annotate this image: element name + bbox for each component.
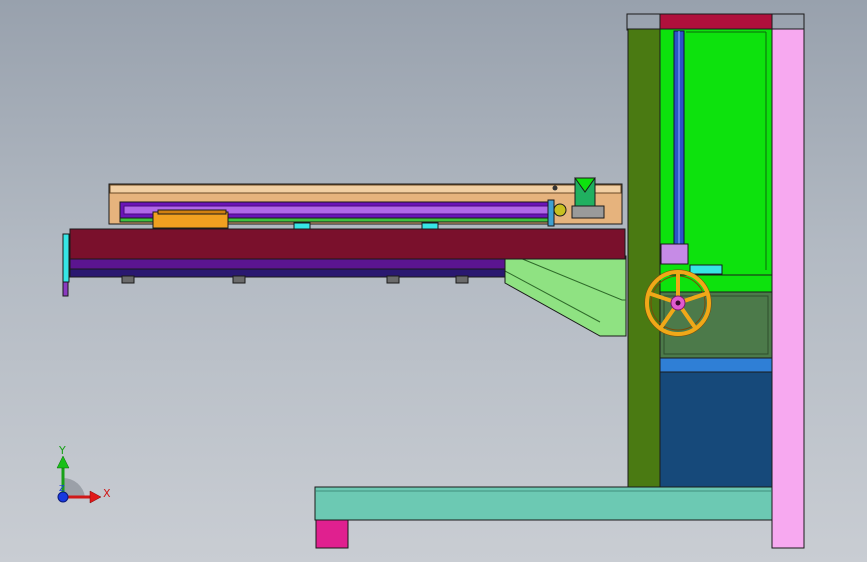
base-assembly	[314, 486, 773, 549]
blue-bar	[659, 357, 773, 373]
navy-base-strip	[69, 268, 506, 278]
mount-foot-3	[386, 275, 400, 284]
magenta-foot	[315, 519, 349, 549]
cyan-bearing-right	[421, 222, 439, 230]
mount-foot-4	[455, 275, 469, 284]
left-green-column	[627, 28, 661, 490]
end-stop-purple	[62, 281, 69, 297]
cutter-roller	[553, 203, 567, 217]
base-teal-beam	[314, 486, 773, 521]
z-axis-label: Z	[59, 484, 65, 493]
end-stop-cyan	[62, 233, 70, 283]
gusset-support	[504, 255, 627, 337]
cad-viewport[interactable]: Y X Z	[0, 0, 867, 562]
orange-block-top	[157, 209, 227, 215]
y-axis-arrow-icon	[56, 455, 70, 469]
cutter-base	[571, 205, 605, 219]
cyan-bearing-left	[293, 222, 311, 230]
gusset-plate	[504, 255, 627, 337]
lavender-screw-block	[660, 243, 689, 265]
carriage-top-rail	[109, 184, 622, 194]
top-red-cap	[659, 13, 773, 30]
pink-post	[771, 28, 805, 549]
mount-foot-1	[121, 275, 135, 284]
x-axis-label: X	[103, 487, 111, 500]
mount-foot-2	[232, 275, 246, 284]
dark-blue-panel	[659, 371, 773, 489]
x-axis-arrow-icon	[89, 490, 102, 504]
dark-purple-base	[69, 258, 506, 270]
cutter-post	[547, 199, 555, 227]
z-axis-dot-icon	[57, 491, 69, 503]
rail-end-bolt	[552, 185, 558, 191]
assembly-drawing: Y X Z	[56, 13, 805, 549]
axis-triad: Y X Z	[56, 444, 111, 504]
cyan-bracket	[689, 264, 723, 275]
y-axis-label: Y	[58, 444, 66, 457]
maroon-bed	[69, 228, 626, 260]
